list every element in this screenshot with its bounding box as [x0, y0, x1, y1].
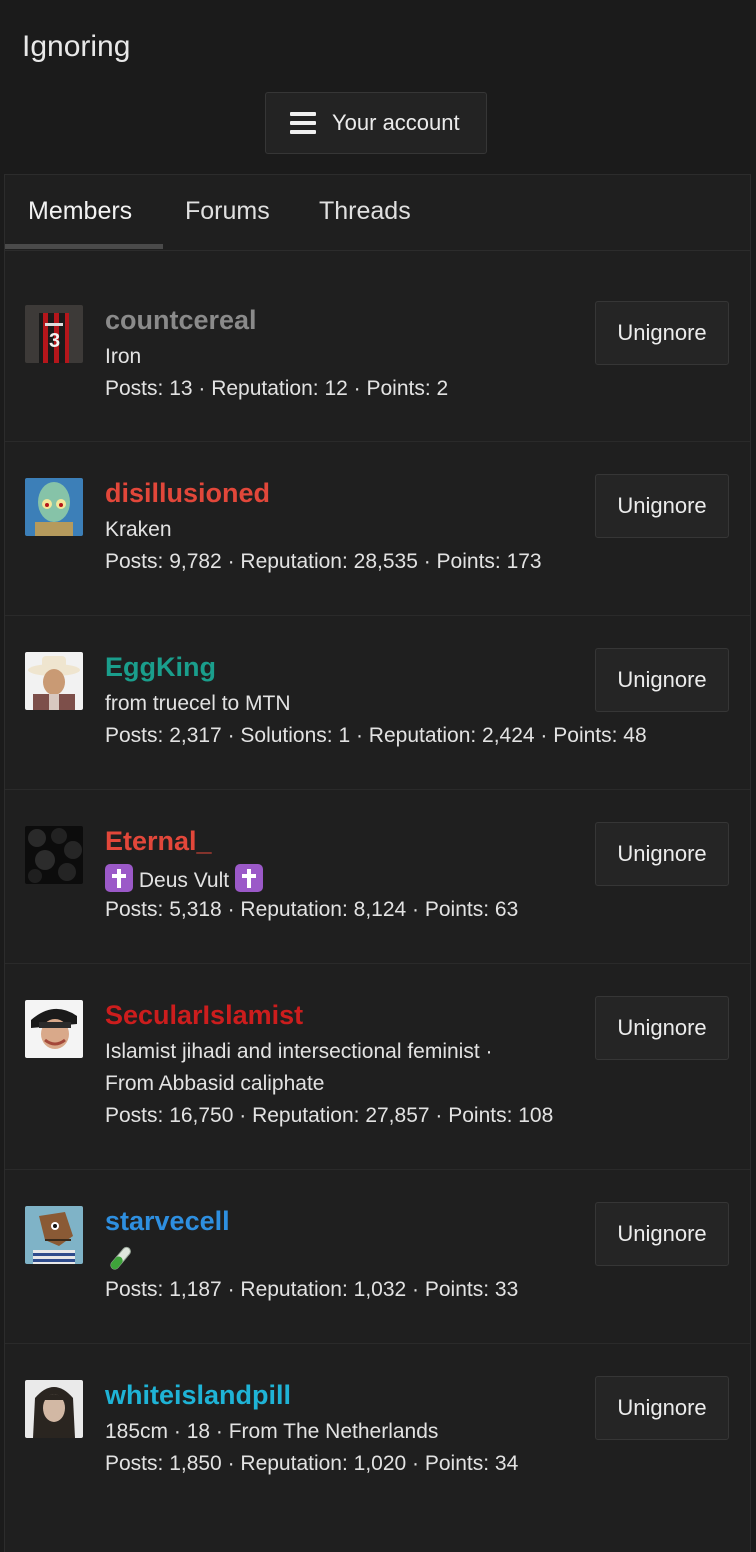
member-row: whiteislandpill 185cm · 18 · From The Ne…: [5, 1344, 750, 1552]
user-stats: Posts: 13 · Reputation: 12 · Points: 2: [105, 377, 449, 400]
active-tab-indicator: [5, 244, 163, 249]
user-title: Iron: [105, 345, 142, 368]
your-account-button[interactable]: Your account: [265, 92, 487, 154]
test-tube-icon: [110, 1246, 131, 1270]
tab-members[interactable]: Members: [28, 197, 132, 226]
username[interactable]: EggKing: [105, 652, 216, 683]
hamburger-menu-icon: [290, 112, 316, 134]
user-stats: Posts: 9,782 · Reputation: 28,535 · Poin…: [105, 550, 542, 573]
username[interactable]: SecularIslamist: [105, 1000, 303, 1031]
latin-cross-icon: [234, 864, 263, 892]
user-title: 185cm · 18 · From The Netherlands: [105, 1420, 439, 1443]
unignore-button[interactable]: Unignore: [595, 1202, 729, 1266]
unignore-button[interactable]: Unignore: [595, 822, 729, 886]
avatar[interactable]: 3: [25, 305, 83, 363]
unignore-button[interactable]: Unignore: [595, 648, 729, 712]
user-stats: Posts: 2,317 · Solutions: 1 · Reputation…: [105, 724, 647, 747]
user-title-text: Deus Vult: [138, 869, 230, 892]
unignore-button[interactable]: Unignore: [595, 996, 729, 1060]
user-title: from truecel to MTN: [105, 692, 291, 715]
username[interactable]: Eternal_: [105, 826, 212, 857]
user-location: From Abbasid caliphate: [105, 1072, 325, 1095]
avatar[interactable]: [25, 1000, 83, 1058]
tab-threads[interactable]: Threads: [319, 197, 411, 226]
username[interactable]: whiteislandpill: [105, 1380, 291, 1411]
user-stats: Posts: 1,850 · Reputation: 1,020 · Point…: [105, 1452, 519, 1475]
username[interactable]: starvecell: [105, 1206, 230, 1237]
user-stats: Posts: 16,750 · Reputation: 27,857 · Poi…: [105, 1104, 554, 1127]
tab-forums[interactable]: Forums: [185, 197, 270, 226]
tab-bar: Members Forums Threads: [5, 175, 750, 251]
member-row: disillusioned Kraken Posts: 9,782 · Repu…: [5, 442, 750, 616]
avatar[interactable]: [25, 1380, 83, 1438]
user-title: [105, 1244, 135, 1280]
svg-text:3: 3: [49, 330, 60, 352]
username[interactable]: disillusioned: [105, 478, 270, 509]
unignore-button[interactable]: Unignore: [595, 474, 729, 538]
member-row: SecularIslamist Islamist jihadi and inte…: [5, 964, 750, 1170]
avatar[interactable]: [25, 652, 83, 710]
latin-cross-icon: [105, 864, 133, 892]
ignoring-page: Ignoring Your account Members Forums Thr…: [0, 0, 756, 1552]
user-title: Deus Vult: [105, 864, 263, 893]
user-title: Islamist jihadi and intersectional femin…: [105, 1040, 493, 1063]
ignored-list-panel: Members Forums Threads 3 countcereal Iro…: [4, 174, 751, 1552]
page-title: Ignoring: [22, 30, 131, 63]
unignore-button[interactable]: Unignore: [595, 1376, 729, 1440]
member-row: starvecell Posts: 1,187 · Reputation: 1,…: [5, 1170, 750, 1344]
member-row: Eternal_ Deus Vult Posts: 5,318 · Reputa…: [5, 790, 750, 964]
member-row: 3 countcereal Iron Posts: 13 · Reputatio…: [5, 251, 750, 442]
avatar[interactable]: [25, 478, 83, 536]
avatar[interactable]: [25, 826, 83, 884]
unignore-button[interactable]: Unignore: [595, 301, 729, 365]
user-title: Kraken: [105, 518, 172, 541]
username[interactable]: countcereal: [105, 305, 257, 336]
member-row: EggKing from truecel to MTN Posts: 2,317…: [5, 616, 750, 790]
user-stats: Posts: 1,187 · Reputation: 1,032 · Point…: [105, 1278, 519, 1301]
avatar[interactable]: [25, 1206, 83, 1264]
user-stats: Posts: 5,318 · Reputation: 8,124 · Point…: [105, 898, 519, 921]
your-account-label: Your account: [332, 110, 460, 135]
